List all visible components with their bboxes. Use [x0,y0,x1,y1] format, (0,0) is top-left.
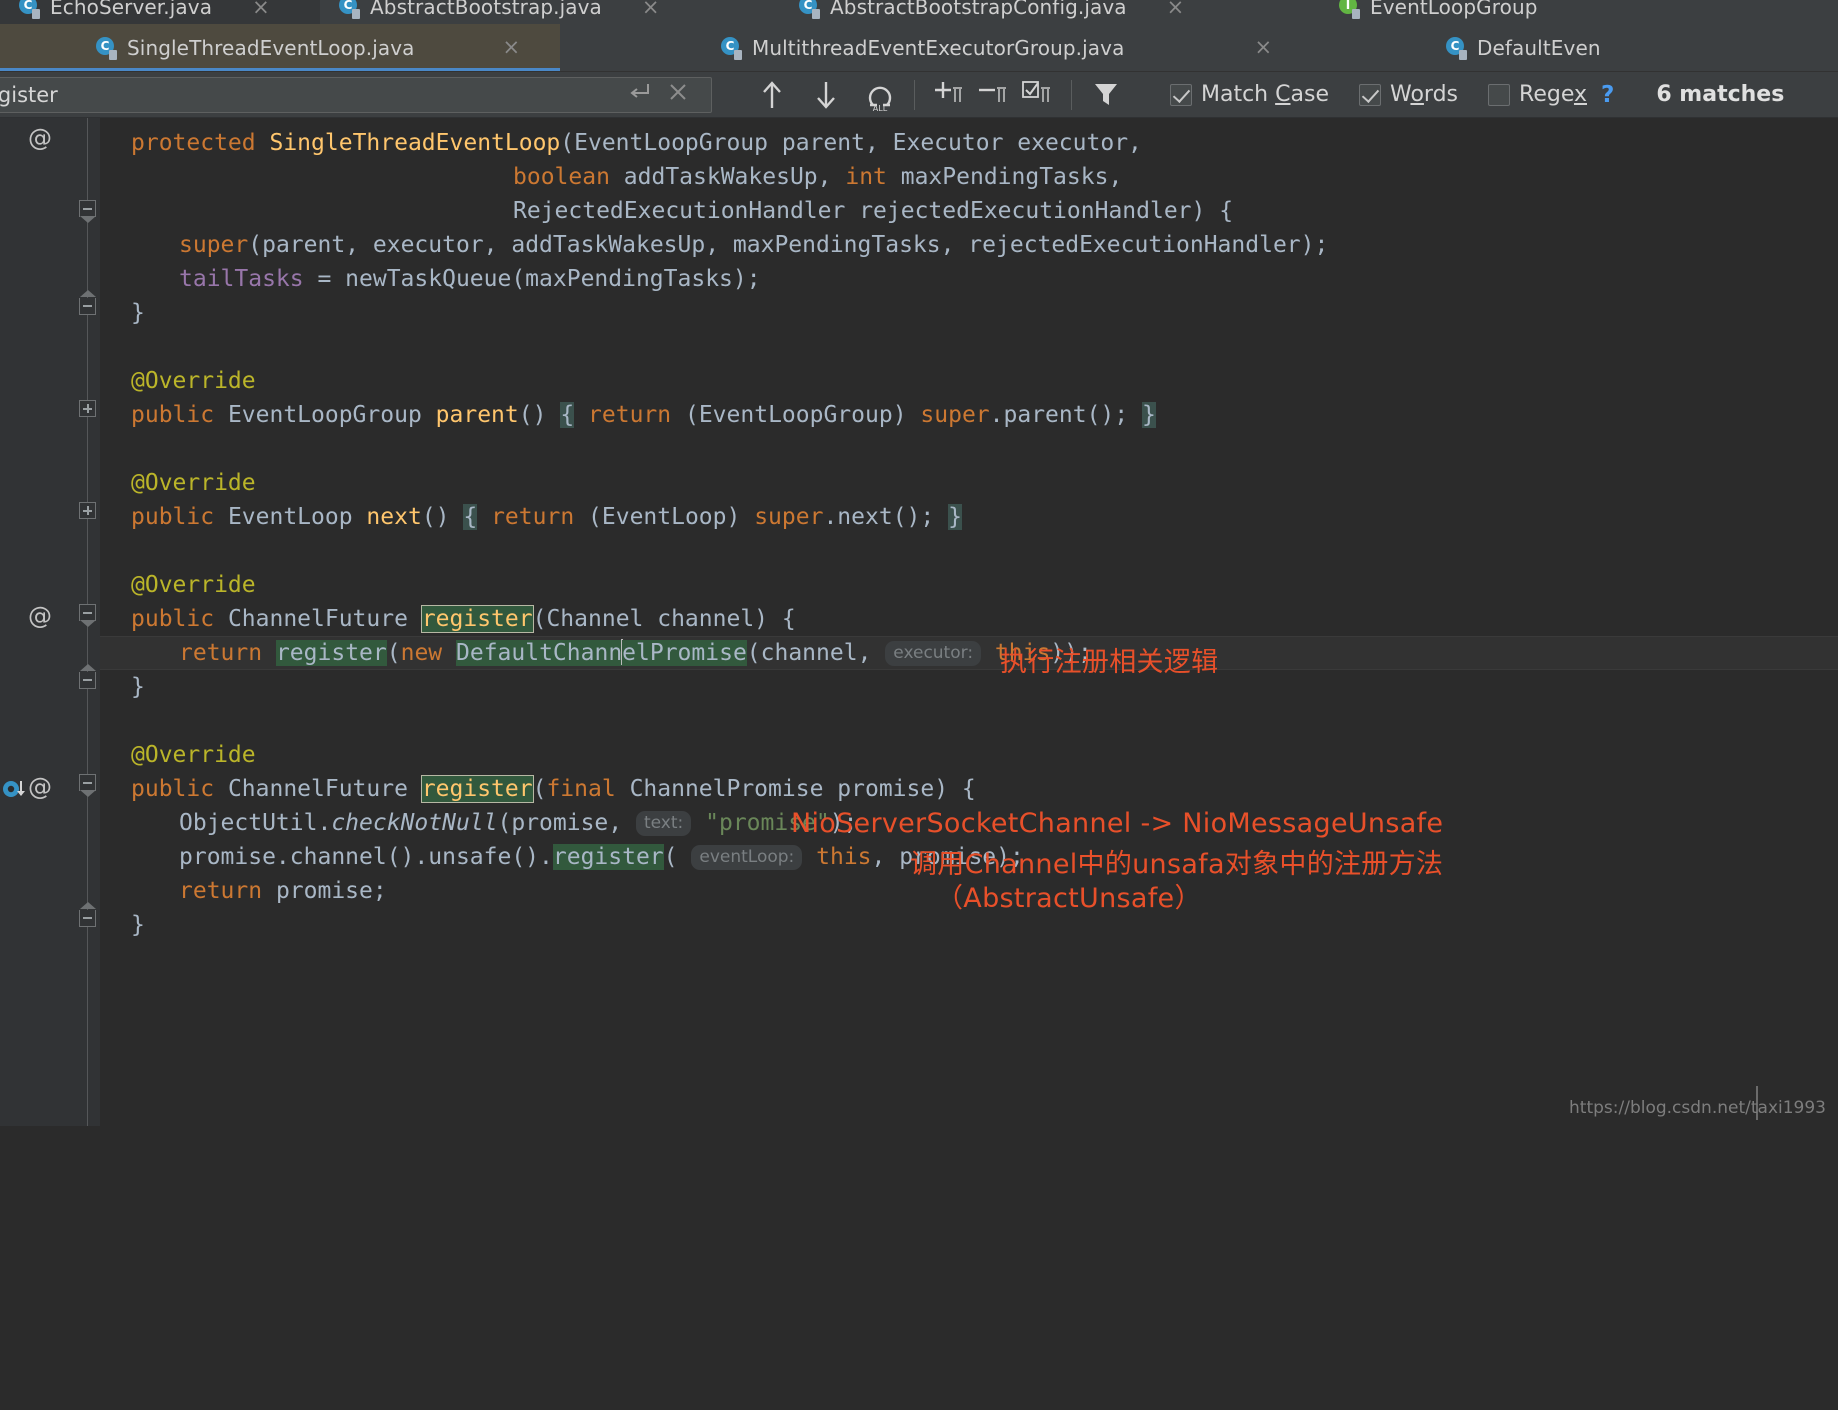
code-line: boolean addTaskWakesUp, int maxPendingTa… [513,164,1123,190]
return-icon[interactable] [627,81,651,109]
parameter-hint-text: text: [635,811,692,836]
tab-label: MultithreadEventExecutorGroup.java [752,35,1125,60]
add-selection-icon[interactable] [927,75,971,115]
toolbar-separator-1 [914,79,915,110]
java-class-icon: C [95,36,117,60]
tab-close-icon[interactable]: × [1167,0,1185,18]
editor-tab-row-active: C SingleThreadEventLoop.java × C Multith… [0,24,1838,72]
regex-label: Regex [1519,82,1587,107]
search-input-wrapper[interactable]: egister [0,76,712,113]
words-checkbox[interactable] [1358,83,1381,106]
java-class-icon: C [338,0,360,19]
watermark-url: https://blog.csdn.net/taxi1993 [1569,1098,1826,1118]
code-line: promise.channel().unsafe().register( eve… [179,844,1024,870]
code-line: ObjectUtil.checkNotNull(promise, text: "… [179,810,858,836]
clear-search-icon[interactable] [667,81,689,109]
tab-echoserver[interactable]: C EchoServer.java × [0,0,320,24]
tab-eventloopgroup[interactable]: I EventLoopGroup [1320,0,1552,24]
code-line: public EventLoopGroup parent() { return … [131,402,1156,428]
parameter-hint-eventloop: eventLoop: [691,845,803,870]
tab-singlethreadeventloop[interactable]: C SingleThreadEventLoop.java × [0,24,560,71]
remove-selection-icon[interactable] [971,75,1015,115]
tab-abstractbootstrapconfig[interactable]: C AbstractBootstrapConfig.java × [780,0,1320,24]
annotation-register-logic: 执行注册相关逻辑 [1000,647,1219,678]
search-input[interactable]: egister [0,83,627,107]
svg-text:ALL: ALL [873,104,888,112]
code-line: public ChannelFuture register(Channel ch… [131,605,796,633]
find-toolbar: egister ALL [0,72,1838,118]
regex-checkbox[interactable] [1488,83,1511,106]
code-line: RejectedExecutionHandler rejectedExecuti… [513,198,1234,224]
regex-option[interactable]: Regex [1488,82,1587,107]
words-option[interactable]: Words [1358,82,1459,107]
select-all-occurrences-icon[interactable]: ALL [858,75,902,115]
tab-label: SingleThreadEventLoop.java [127,35,415,60]
java-class-icon: C [798,0,820,19]
tab-label: AbstractBootstrapConfig.java [830,0,1127,19]
code-content[interactable]: protected SingleThreadEventLoop(EventLoo… [0,118,1838,1126]
code-line: @Override [131,368,256,394]
code-line: public ChannelFuture register(final Chan… [131,775,976,803]
code-line: } [131,674,145,700]
toolbar-separator-2 [1071,79,1072,110]
tab-close-icon[interactable]: × [1254,37,1272,58]
parameter-hint-executor: executor: [885,641,982,666]
code-line-caret: return register(new DefaultChannelPromis… [179,639,1092,666]
filter-icon[interactable] [1084,75,1128,115]
code-line: super(parent, executor, addTaskWakesUp, … [179,232,1329,258]
code-line: @Override [131,470,256,496]
tab-close-icon[interactable]: × [252,0,270,18]
words-label: Words [1389,82,1459,107]
match-case-label: Match Case [1201,82,1329,107]
code-line: return promise; [179,878,387,904]
java-class-icon: C [18,0,40,19]
match-count-status: 6 matches [1656,82,1785,107]
find-previous-button[interactable] [750,75,794,115]
match-case-option[interactable]: Match Case [1170,82,1329,107]
tab-multithreadeventexecutorgroup[interactable]: C MultithreadEventExecutorGroup.java × [560,24,1420,71]
tab-defaulteventloop[interactable]: C DefaultEven [1420,24,1615,71]
code-line: @Override [131,742,256,768]
code-line: @Override [131,572,256,598]
code-line: public EventLoop next() { return (EventL… [131,504,962,530]
java-class-icon: C [720,36,742,60]
tab-label: EventLoopGroup [1370,0,1538,19]
code-line: protected SingleThreadEventLoop(EventLoo… [131,130,1142,156]
java-class-icon: C [1445,36,1467,60]
tab-abstractbootstrap[interactable]: C AbstractBootstrap.java × [320,0,780,24]
regex-help-icon[interactable]: ? [1601,82,1614,108]
code-editor[interactable]: @ @ @ protected SingleThreadEventLoop(Ev… [0,118,1838,1126]
annotation-nio-unsafe: NioServerSocketChannel -> NioMessageUnsa… [791,808,1444,839]
annotation-abstractunsafe: （AbstractUnsafe） [936,883,1202,914]
tab-close-icon[interactable]: × [503,37,521,58]
select-all-lines-icon[interactable] [1015,75,1059,115]
code-line: } [131,300,145,326]
find-next-button[interactable] [804,75,848,115]
tab-label: EchoServer.java [50,0,213,19]
code-line: tailTasks = newTaskQueue(maxPendingTasks… [179,266,761,292]
match-case-checkbox[interactable] [1170,83,1192,106]
editor-tab-row-top: C EchoServer.java × C AbstractBootstrap.… [0,0,1838,24]
code-line: } [131,912,145,938]
java-interface-icon: I [1338,0,1360,19]
tab-close-icon[interactable]: × [642,0,660,18]
tab-label: DefaultEven [1477,35,1601,60]
tab-label: AbstractBootstrap.java [370,0,602,19]
